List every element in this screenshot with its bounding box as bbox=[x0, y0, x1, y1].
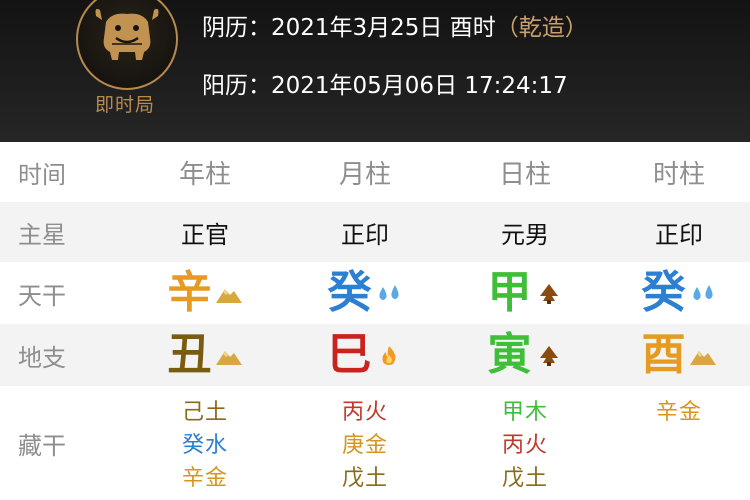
hidden-stem-row: 藏干 己土 癸水 辛金 丙火 庚金 戊土 甲木 丙火 戊土 辛金 bbox=[0, 386, 750, 500]
row-label-time: 时间 bbox=[18, 160, 66, 189]
gender-tag: （乾造） bbox=[495, 15, 588, 41]
main-star-value: 正印 bbox=[341, 220, 389, 249]
hidden-stem-list: 己土 癸水 辛金 bbox=[145, 386, 265, 500]
hidden-stem-list: 丙火 庚金 戊土 bbox=[300, 386, 430, 500]
pillar-header: 年柱 bbox=[178, 159, 231, 190]
hidden-stem-item: 辛金 bbox=[181, 466, 228, 491]
hidden-stem-item: 癸水 bbox=[181, 433, 228, 458]
hidden-stem-item: 庚金 bbox=[341, 433, 388, 458]
tree-icon bbox=[539, 284, 558, 304]
stem-char: 辛 bbox=[167, 267, 212, 318]
stem-char: 癸 bbox=[641, 267, 686, 318]
zodiac-badge bbox=[76, 0, 178, 90]
solar-label: 阳历： bbox=[202, 73, 271, 99]
stem-cell: 癸 bbox=[300, 262, 430, 324]
pillar-header: 日柱 bbox=[498, 159, 551, 190]
mountain-icon bbox=[689, 351, 716, 365]
row-label-hidden-stem: 藏干 bbox=[18, 431, 66, 460]
water-drops-icon bbox=[378, 285, 399, 300]
branch-cell: 酉 bbox=[614, 324, 744, 386]
hidden-stem-item: 戊土 bbox=[501, 466, 548, 491]
hidden-stem-item: 戊土 bbox=[341, 466, 388, 491]
fire-icon bbox=[381, 346, 395, 365]
tree-icon bbox=[539, 346, 558, 366]
row-label-earthly-branch: 地支 bbox=[18, 343, 66, 372]
chart-header: 即时局 阴历：2021年3月25日 酉时（乾造） 阳历：2021年05月06日 … bbox=[0, 0, 750, 142]
stem-cell: 辛 bbox=[145, 262, 265, 324]
main-star-value: 正印 bbox=[655, 220, 703, 249]
hidden-stem-list: 辛金 bbox=[614, 386, 744, 500]
hidden-stem-item: 丙火 bbox=[341, 400, 388, 425]
row-label-heavenly-stem: 天干 bbox=[18, 281, 66, 310]
main-star-value: 元男 bbox=[501, 220, 549, 249]
mountain-icon bbox=[215, 351, 242, 365]
mountain-icon bbox=[215, 289, 242, 303]
pillar-header-row: 时间 年柱 月柱 日柱 时柱 bbox=[0, 142, 750, 202]
stem-cell: 癸 bbox=[614, 262, 744, 324]
branch-cell: 寅 bbox=[460, 324, 590, 386]
branch-cell: 丑 bbox=[145, 324, 265, 386]
ox-icon bbox=[95, 8, 159, 60]
earthly-branch-row: 地支 丑 巳 寅 酉 bbox=[0, 324, 750, 386]
badge-label: 即时局 bbox=[94, 94, 155, 116]
hidden-stem-item: 辛金 bbox=[655, 400, 702, 425]
hidden-stem-item: 己土 bbox=[181, 400, 228, 425]
hidden-stem-item: 丙火 bbox=[501, 433, 548, 458]
stem-char: 甲 bbox=[487, 267, 532, 318]
branch-cell: 巳 bbox=[300, 324, 430, 386]
stem-char: 癸 bbox=[327, 267, 372, 318]
lunar-date-line: 阴历：2021年3月25日 酉时（乾造） bbox=[202, 8, 588, 42]
solar-date-line: 阳历：2021年05月06日 17:24:17 bbox=[202, 66, 568, 100]
branch-char: 巳 bbox=[327, 329, 372, 380]
branch-char: 寅 bbox=[487, 329, 532, 380]
pillar-header: 月柱 bbox=[338, 159, 391, 190]
lunar-date: 2021年3月25日 酉时 bbox=[271, 15, 496, 41]
branch-char: 酉 bbox=[641, 329, 686, 380]
hidden-stem-list: 甲木 丙火 戊土 bbox=[460, 386, 590, 500]
lunar-label: 阴历： bbox=[202, 15, 271, 41]
main-star-value: 正官 bbox=[181, 220, 229, 249]
water-drops-icon bbox=[692, 285, 713, 300]
heavenly-stem-row: 天干 辛 癸 甲 癸 bbox=[0, 262, 750, 324]
stem-cell: 甲 bbox=[460, 262, 590, 324]
pillar-header: 时柱 bbox=[652, 159, 705, 190]
branch-char: 丑 bbox=[167, 329, 212, 380]
row-label-main-star: 主星 bbox=[18, 220, 66, 249]
main-star-row: 主星 正官 正印 元男 正印 bbox=[0, 202, 750, 262]
solar-date: 2021年05月06日 17:24:17 bbox=[271, 73, 568, 99]
hidden-stem-item: 甲木 bbox=[501, 400, 548, 425]
